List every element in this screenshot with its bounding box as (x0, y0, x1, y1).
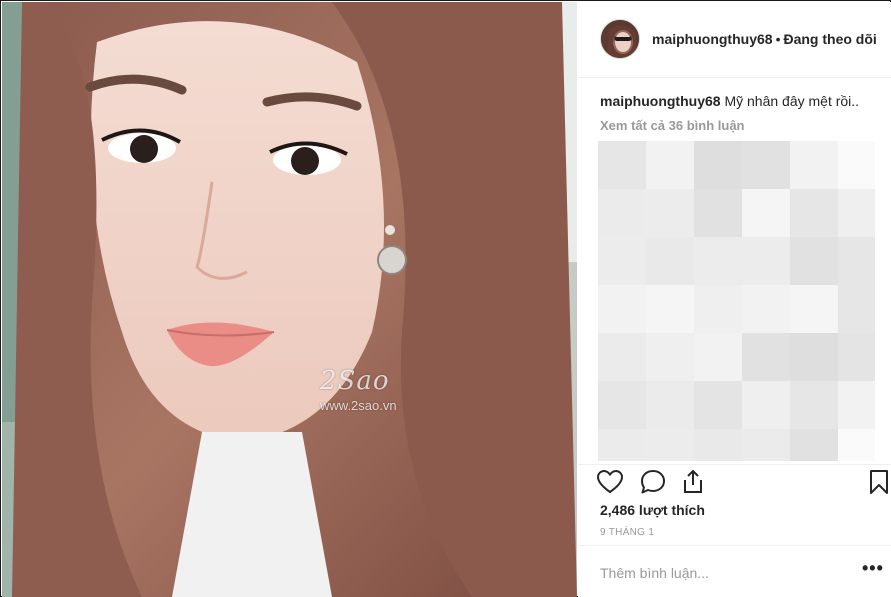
caption-text: Mỹ nhân đây mệt rồi.. (724, 93, 860, 109)
post-actions-bar (578, 464, 891, 498)
more-options-button[interactable]: ••• (862, 559, 884, 581)
header-separator: • (775, 31, 781, 47)
comment-bar: ••• (578, 545, 891, 597)
blur-tile (790, 237, 838, 285)
blur-tile (790, 381, 838, 429)
post-caption: maiphuongthuy68 Mỹ nhân đây mệt rồi.. (600, 92, 880, 110)
blur-tile (790, 429, 838, 461)
blur-tile (742, 189, 790, 237)
header-username-link[interactable]: maiphuongthuy68 (652, 31, 773, 47)
photo-watermark: 2Sao www.2sao.vn (320, 366, 440, 413)
blur-tile (598, 333, 646, 381)
blur-tile (838, 237, 875, 285)
blur-tile (742, 429, 790, 461)
blur-tile (598, 189, 646, 237)
blur-tile (742, 285, 790, 333)
avatar[interactable] (600, 19, 640, 59)
blur-tile (838, 189, 875, 237)
blur-tile (646, 333, 694, 381)
following-button[interactable]: Đang theo dõi (783, 31, 876, 47)
blur-tile (646, 237, 694, 285)
post-date: 9 THÁNG 1 (600, 527, 655, 538)
blur-tile (694, 429, 742, 461)
header-text: maiphuongthuy68 • Đang theo dõi (652, 31, 877, 47)
blur-tile (694, 285, 742, 333)
comment-icon[interactable] (639, 468, 667, 496)
blur-tile (694, 333, 742, 381)
avatar-image (601, 20, 639, 58)
share-icon[interactable] (679, 468, 707, 496)
blur-tile (598, 237, 646, 285)
blur-tile (694, 237, 742, 285)
blur-tile (646, 381, 694, 429)
likes-count[interactable]: 2,486 lượt thích (600, 502, 705, 518)
blur-tile (598, 285, 646, 333)
blur-tile (742, 141, 790, 189)
blur-tile (790, 285, 838, 333)
post-header: maiphuongthuy68 • Đang theo dõi (578, 2, 891, 78)
blur-tile (838, 381, 875, 429)
bookmark-icon[interactable] (865, 468, 891, 496)
blur-tile (646, 285, 694, 333)
view-all-comments-link[interactable]: Xem tất cả 36 bình luận (600, 118, 745, 133)
comment-input[interactable] (600, 562, 840, 584)
blur-tile (598, 141, 646, 189)
blurred-comments-area (598, 141, 875, 461)
blur-tile (742, 237, 790, 285)
blur-tile (646, 141, 694, 189)
blur-tile (838, 285, 875, 333)
blur-tile (838, 333, 875, 381)
blur-tile (742, 333, 790, 381)
blur-tile (646, 189, 694, 237)
blur-tile (838, 141, 875, 189)
blur-tile (838, 429, 875, 461)
instagram-post-frame: 2Sao www.2sao.vn maiphuongthuy68 • Đang th… (0, 0, 891, 597)
blur-tile (598, 381, 646, 429)
blur-tile (742, 381, 790, 429)
blur-tile (694, 381, 742, 429)
post-photo[interactable]: 2Sao www.2sao.vn (2, 2, 577, 597)
post-side-panel: maiphuongthuy68 • Đang theo dõi maiphuongt… (578, 2, 891, 597)
blur-tile (598, 429, 646, 461)
caption-username-link[interactable]: maiphuongthuy68 (600, 93, 721, 109)
blur-tile (790, 189, 838, 237)
blur-tile (694, 189, 742, 237)
watermark-logo: 2Sao (320, 366, 390, 396)
heart-icon[interactable] (596, 468, 624, 496)
blur-tile (646, 429, 694, 461)
photo-illustration (2, 2, 577, 597)
blur-tile (790, 333, 838, 381)
watermark-url: www.2sao.vn (320, 398, 397, 413)
blur-tile (790, 141, 838, 189)
blur-tile (694, 141, 742, 189)
